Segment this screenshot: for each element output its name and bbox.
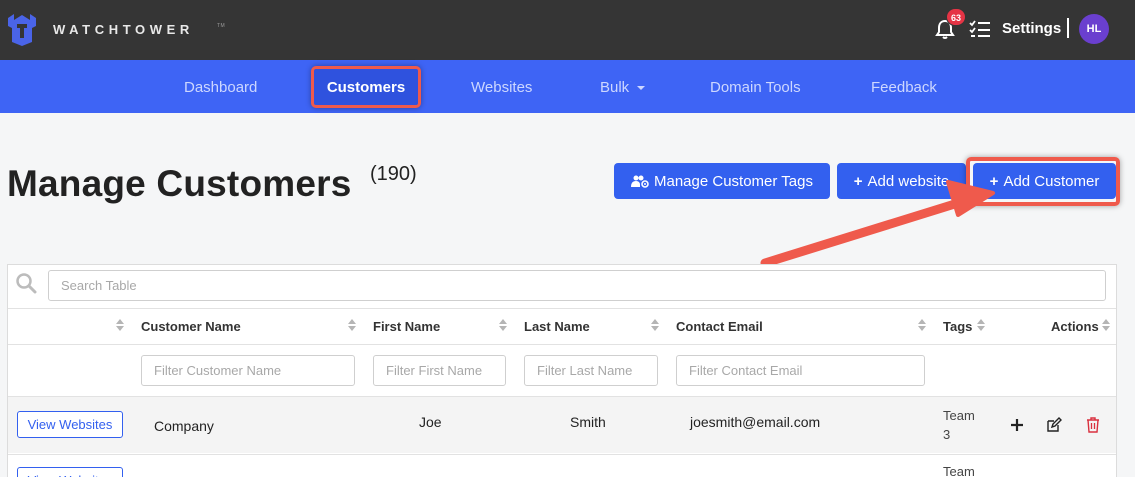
add-customer-highlight <box>966 157 1120 206</box>
cell-contact-email: joesmith@email.com <box>690 414 821 430</box>
header-divider <box>8 308 1116 309</box>
sort-icon[interactable] <box>651 319 659 331</box>
view-websites-button[interactable]: View Websites <box>17 467 123 477</box>
header-divider <box>8 344 1116 345</box>
customer-count: (190) <box>370 163 417 185</box>
nav-feedback[interactable]: Feedback <box>871 79 937 96</box>
trash-icon[interactable] <box>1085 417 1101 433</box>
topbar-divider <box>1067 18 1069 38</box>
plus-icon: + <box>853 172 863 190</box>
nav-domain-tools[interactable]: Domain Tools <box>710 79 801 96</box>
settings-link[interactable]: Settings <box>1002 20 1061 37</box>
search-icon <box>16 273 37 294</box>
sort-icon[interactable] <box>918 319 926 331</box>
nav-websites[interactable]: Websites <box>471 79 532 96</box>
nav-bulk-label: Bulk <box>600 79 630 96</box>
manage-customer-tags-button[interactable]: Manage Customer Tags <box>614 163 830 199</box>
user-avatar[interactable]: HL <box>1079 14 1109 44</box>
column-tags[interactable]: Tags <box>943 319 972 334</box>
column-actions: Actions <box>1051 319 1099 334</box>
column-contact-email[interactable]: Contact Email <box>676 319 763 334</box>
cell-tags: Team <box>943 464 975 477</box>
filter-customer-name-input[interactable] <box>141 355 355 386</box>
notification-badge: 63 <box>946 8 966 26</box>
sort-icon[interactable] <box>116 319 124 331</box>
search-table-input[interactable] <box>48 270 1106 301</box>
sort-icon[interactable] <box>348 319 356 331</box>
cell-last-name: Smith <box>570 414 606 430</box>
column-last-name[interactable]: Last Name <box>524 319 590 334</box>
nav-customers-label: Customers <box>326 79 406 96</box>
filter-contact-email-input[interactable] <box>676 355 925 386</box>
chevron-down-icon <box>637 86 646 91</box>
view-websites-button[interactable]: View Websites <box>17 411 123 438</box>
add-website-label: Add website <box>867 172 950 190</box>
nav-bulk[interactable]: Bulk <box>600 79 646 96</box>
manage-customer-tags-label: Manage Customer Tags <box>654 172 813 190</box>
watchtower-logo-icon[interactable] <box>6 12 38 46</box>
row-divider <box>8 454 1116 455</box>
sort-icon[interactable] <box>1102 319 1110 331</box>
brand-name[interactable]: WATCHTOWER <box>53 22 194 37</box>
nav-customers[interactable]: Customers <box>311 66 421 108</box>
page-title: Manage Customers <box>7 163 352 204</box>
users-cog-icon <box>631 175 649 188</box>
column-first-name[interactable]: First Name <box>373 319 440 334</box>
sort-icon[interactable] <box>977 319 985 331</box>
task-list-icon[interactable] <box>969 19 991 39</box>
filter-last-name-input[interactable] <box>524 355 658 386</box>
edit-icon[interactable] <box>1046 417 1062 433</box>
cell-tags: Team 3 <box>943 408 975 442</box>
brand-trademark: TM <box>217 23 226 29</box>
cell-customer-name: Company <box>154 418 214 434</box>
nav-dashboard[interactable]: Dashboard <box>184 79 257 96</box>
add-icon[interactable] <box>1009 417 1025 433</box>
nav-bar <box>0 60 1135 113</box>
filter-first-name-input[interactable] <box>373 355 506 386</box>
column-customer-name[interactable]: Customer Name <box>141 319 241 334</box>
cell-first-name: Joe <box>419 414 442 430</box>
sort-icon[interactable] <box>499 319 507 331</box>
add-website-button[interactable]: + Add website <box>837 163 966 199</box>
